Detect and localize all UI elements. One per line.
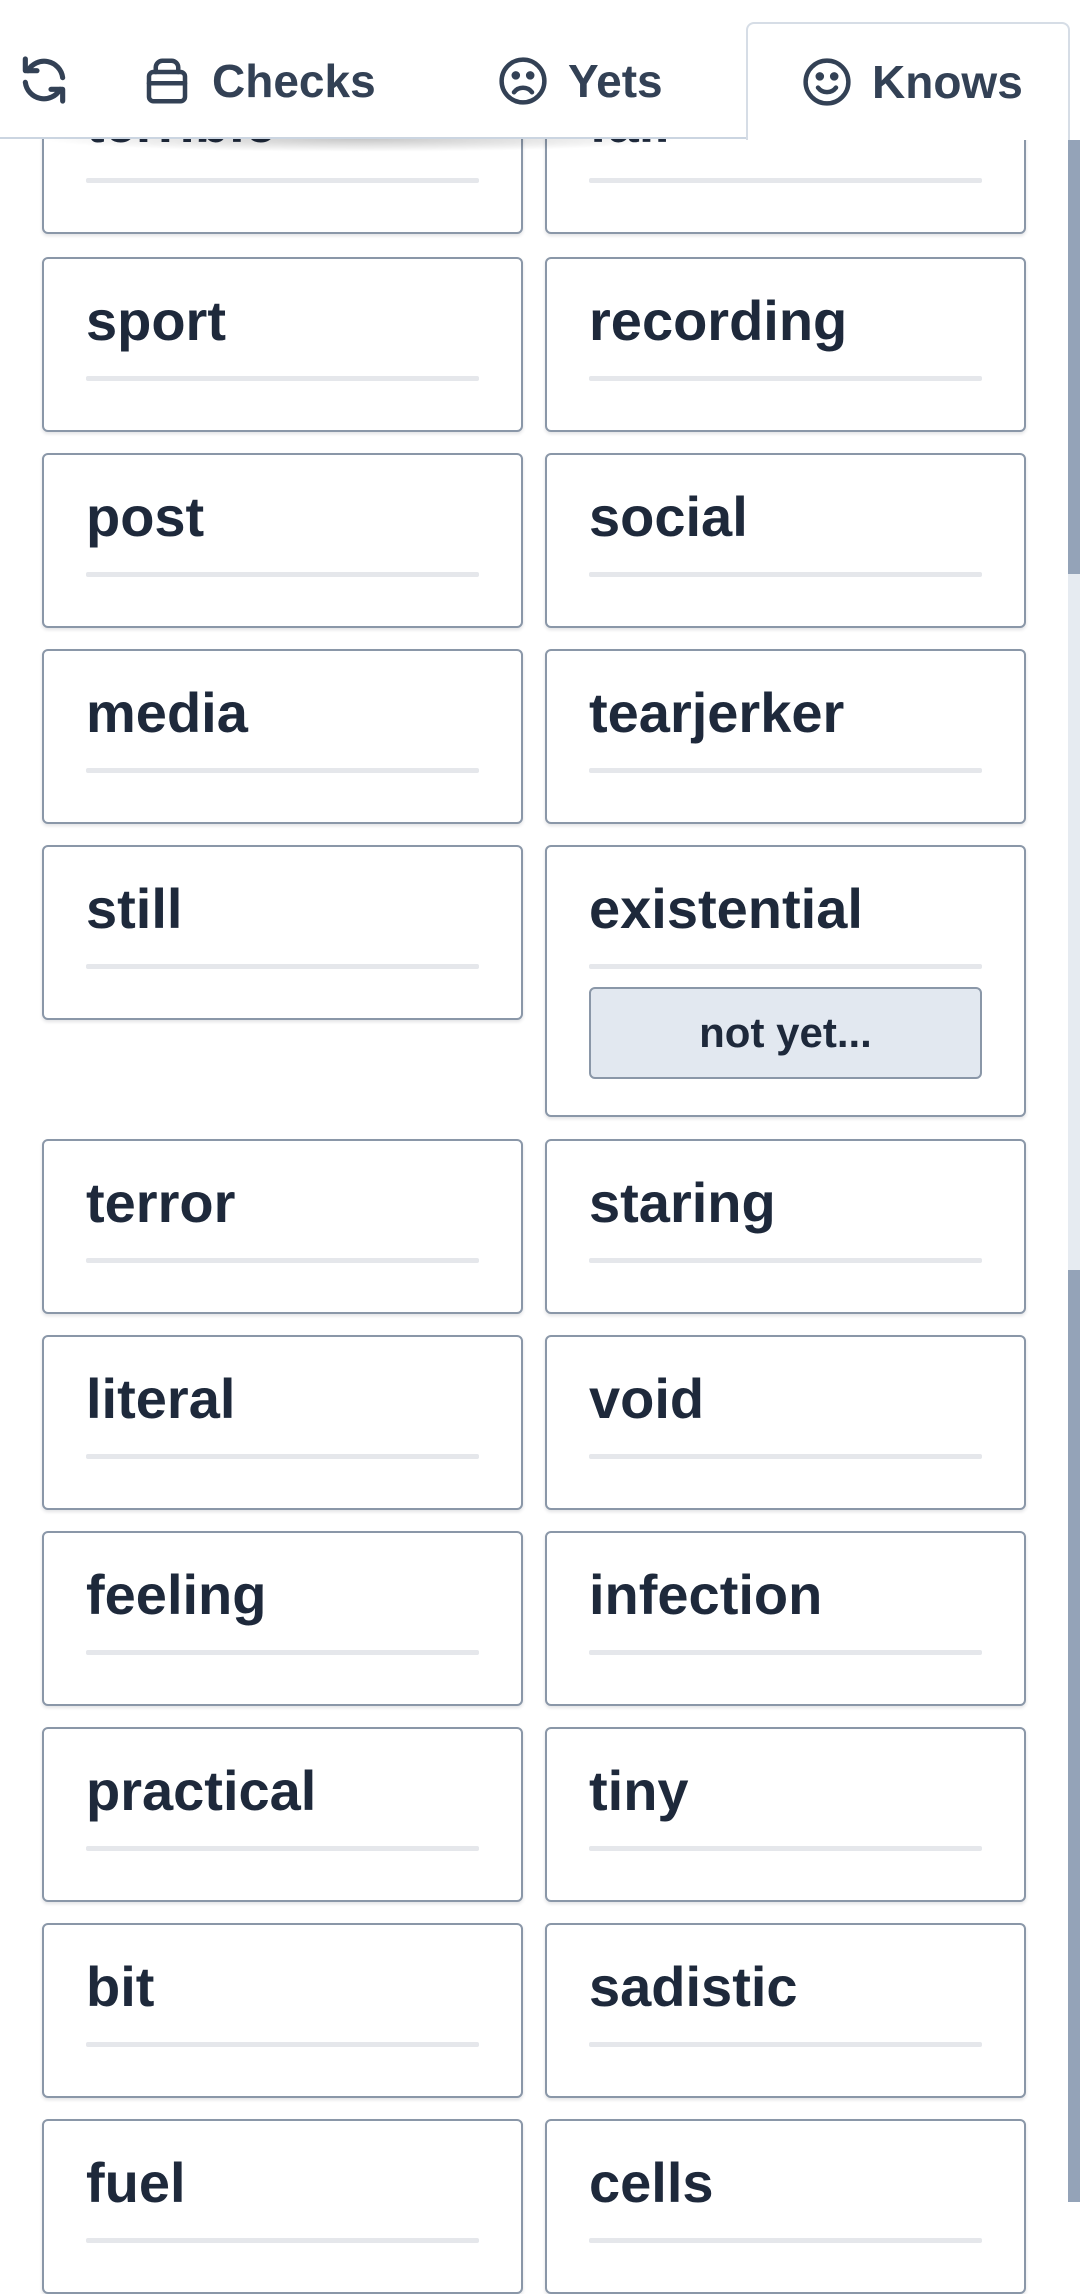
scrollbar-thumb[interactable] bbox=[1068, 140, 1080, 574]
word-text: terror bbox=[86, 1171, 236, 1234]
word-card[interactable]: recording bbox=[545, 257, 1026, 432]
word-card[interactable]: existential not yet... bbox=[545, 845, 1026, 1117]
word-underline bbox=[589, 2042, 982, 2047]
word-card[interactable]: post bbox=[42, 453, 523, 628]
word-card[interactable]: feeling bbox=[42, 1531, 523, 1706]
word-card[interactable]: sport bbox=[42, 257, 523, 432]
tab-yets-label: Yets bbox=[568, 55, 663, 107]
smile-face-icon bbox=[803, 58, 851, 106]
tab-yets[interactable]: Yets bbox=[496, 24, 663, 138]
word-text: bit bbox=[86, 1955, 155, 2018]
word-underline bbox=[86, 1650, 479, 1655]
word-underline bbox=[589, 1454, 982, 1459]
word-card[interactable]: cells bbox=[545, 2119, 1026, 2294]
word-text: fuel bbox=[86, 2151, 186, 2214]
word-underline bbox=[86, 1846, 479, 1851]
word-card[interactable]: literal bbox=[42, 1335, 523, 1510]
word-underline bbox=[589, 964, 982, 969]
tab-bar: Checks Yets Knows bbox=[0, 0, 1080, 140]
word-text: tearjerker bbox=[589, 681, 845, 744]
word-text: sadistic bbox=[589, 1955, 798, 2018]
word-underline bbox=[589, 1650, 982, 1655]
refresh-icon[interactable] bbox=[16, 52, 72, 108]
word-card[interactable]: still bbox=[42, 845, 523, 1020]
tab-knows-label: Knows bbox=[872, 56, 1023, 108]
word-underline bbox=[589, 178, 982, 183]
word-text: media bbox=[86, 681, 248, 744]
tab-checks[interactable]: Checks bbox=[140, 24, 376, 138]
word-text: post bbox=[86, 485, 205, 548]
word-underline bbox=[86, 1258, 479, 1263]
word-text: feeling bbox=[86, 1563, 267, 1626]
word-underline bbox=[86, 572, 479, 577]
word-underline bbox=[86, 1454, 479, 1459]
word-underline bbox=[589, 376, 982, 381]
word-underline bbox=[86, 178, 479, 183]
word-text: sport bbox=[86, 289, 226, 352]
sad-face-icon bbox=[499, 57, 547, 105]
word-card[interactable]: staring bbox=[545, 1139, 1026, 1314]
word-text: social bbox=[589, 485, 748, 548]
word-card[interactable]: void bbox=[545, 1335, 1026, 1510]
word-underline bbox=[589, 1258, 982, 1263]
word-text: cells bbox=[589, 2151, 714, 2214]
word-card[interactable]: social bbox=[545, 453, 1026, 628]
word-text: literal bbox=[86, 1367, 236, 1430]
basket-icon bbox=[146, 58, 188, 104]
word-underline bbox=[86, 2238, 479, 2243]
word-card[interactable]: tiny bbox=[545, 1727, 1026, 1902]
word-text: recording bbox=[589, 289, 848, 352]
word-text: tiny bbox=[589, 1759, 689, 1822]
word-text: infection bbox=[589, 1563, 823, 1626]
word-text: existential bbox=[589, 877, 863, 940]
word-card[interactable]: bit bbox=[42, 1923, 523, 2098]
tab-divider bbox=[0, 137, 746, 139]
scrollbar-thumb-lower[interactable] bbox=[1068, 1270, 1080, 2202]
word-underline bbox=[589, 768, 982, 773]
word-text: void bbox=[589, 1367, 705, 1430]
word-card[interactable]: sadistic bbox=[545, 1923, 1026, 2098]
tab-knows[interactable]: Knows bbox=[746, 22, 1070, 140]
word-text: still bbox=[86, 877, 183, 940]
word-underline bbox=[86, 964, 479, 969]
word-card[interactable]: practical bbox=[42, 1727, 523, 1902]
word-text: staring bbox=[589, 1171, 776, 1234]
word-underline bbox=[589, 2238, 982, 2243]
word-underline bbox=[589, 1846, 982, 1851]
word-card[interactable]: infection bbox=[545, 1531, 1026, 1706]
not-yet-button[interactable]: not yet... bbox=[589, 987, 982, 1079]
word-text: practical bbox=[86, 1759, 317, 1822]
word-card[interactable]: fuel bbox=[42, 2119, 523, 2294]
word-underline bbox=[86, 2042, 479, 2047]
word-underline bbox=[86, 768, 479, 773]
word-card[interactable]: terror bbox=[42, 1139, 523, 1314]
word-underline bbox=[589, 572, 982, 577]
word-underline bbox=[86, 376, 479, 381]
word-card[interactable]: media bbox=[42, 649, 523, 824]
tab-checks-label: Checks bbox=[212, 55, 376, 107]
word-card[interactable]: tearjerker bbox=[545, 649, 1026, 824]
